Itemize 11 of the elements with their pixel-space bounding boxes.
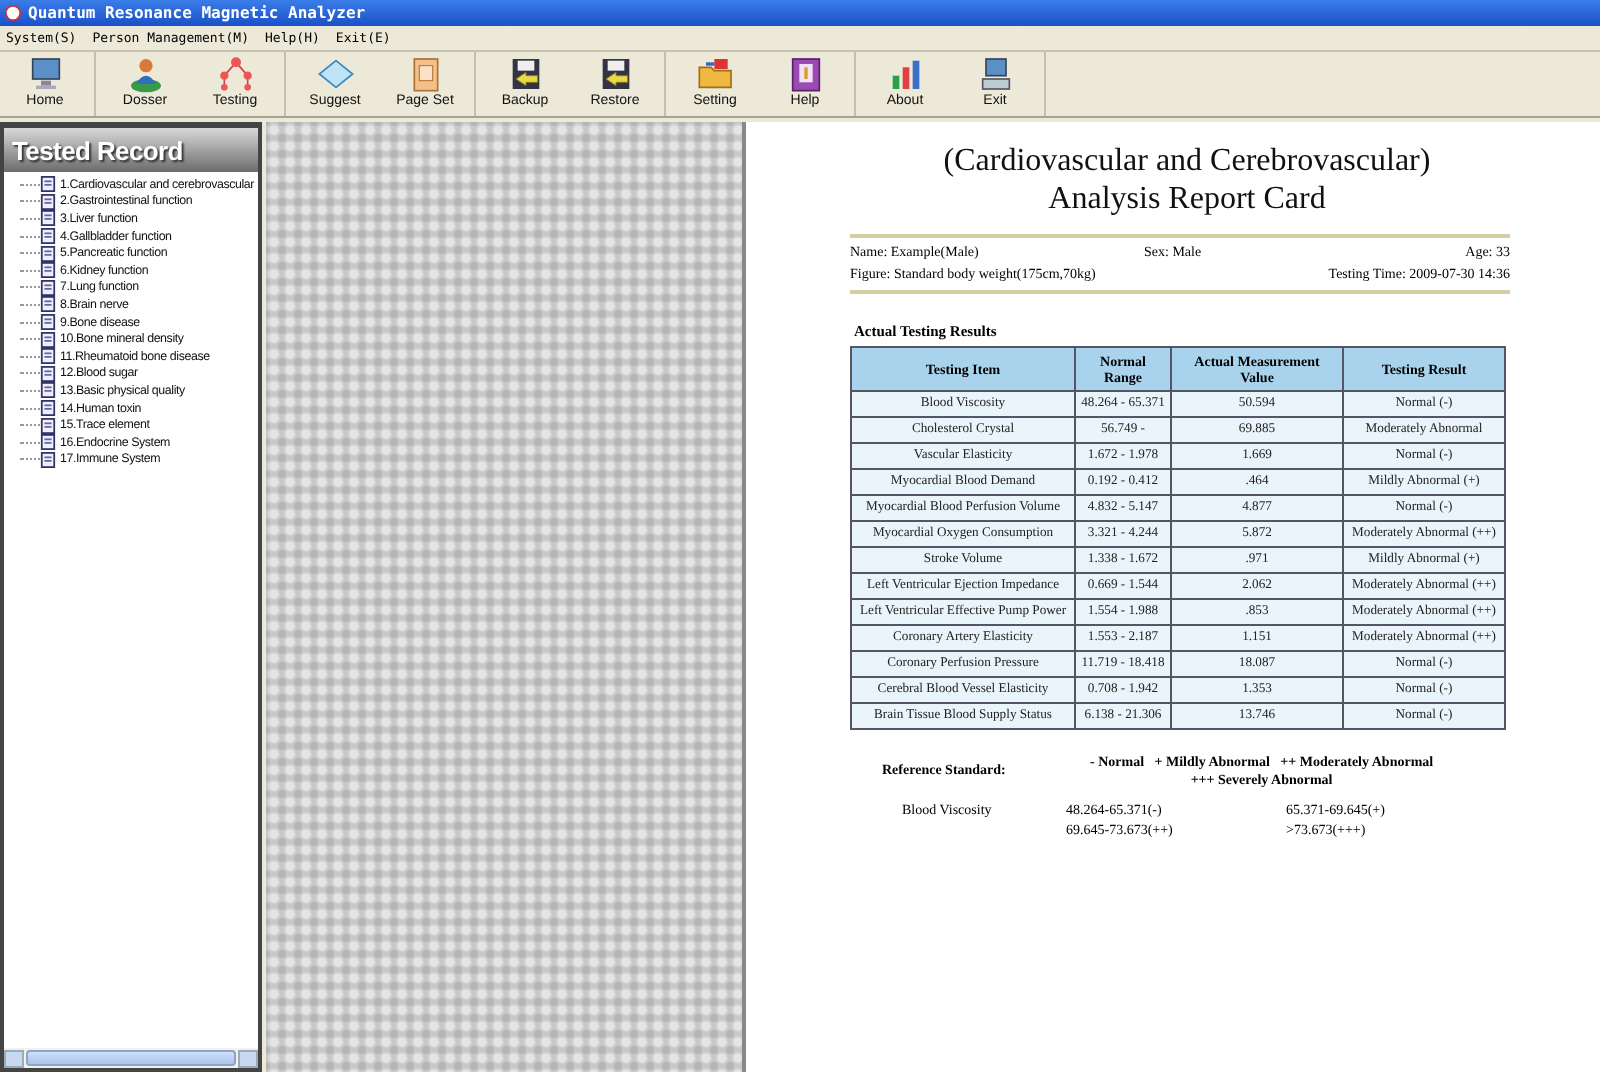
diamond-icon — [315, 54, 355, 94]
report-title: (Cardiovascular and Cerebrovascular) — [941, 142, 1433, 180]
sidebar-title: Tested Record — [12, 135, 183, 165]
report-subtitle: Analysis Report Card — [1046, 180, 1328, 218]
window-title: Quantum Resonance Magnetic Analyzer — [28, 4, 366, 22]
folder-icon — [695, 54, 735, 94]
network-icon — [215, 54, 255, 94]
scroll-thumb[interactable] — [26, 1050, 236, 1066]
person-icon — [125, 54, 165, 94]
app-icon — [4, 4, 22, 22]
horizontal-scrollbar[interactable] — [4, 1048, 258, 1068]
